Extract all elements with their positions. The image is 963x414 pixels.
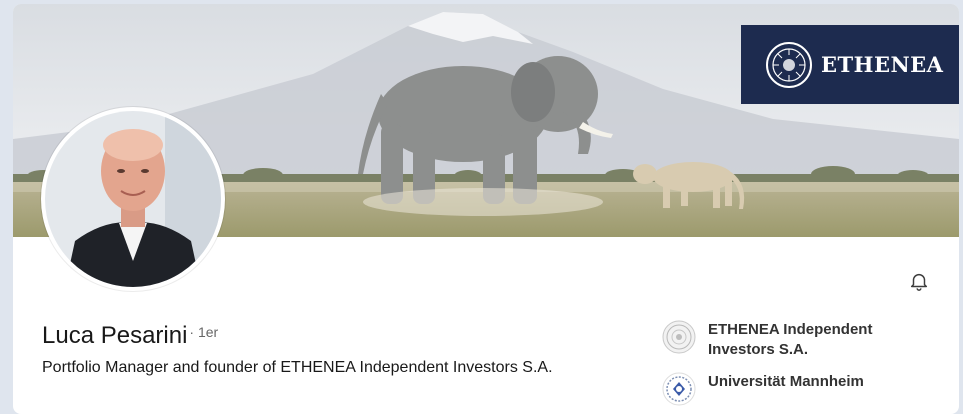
company-ethenea-label: ETHENEA Independent Investors S.A. — [708, 321, 873, 358]
school-mannheim-label: Universität Mannheim — [708, 373, 864, 390]
company-ethenea[interactable]: ETHENEA Independent Investors S.A. — [662, 320, 912, 360]
profile-headline: Portfolio Manager and founder of ETHENEA… — [42, 359, 553, 376]
avatar-image — [45, 111, 221, 287]
ethenea-seal-icon — [766, 41, 812, 88]
notify-bell-button[interactable] — [906, 268, 932, 294]
ethenea-logo-icon — [662, 320, 696, 354]
profile-photo[interactable] — [41, 107, 225, 291]
connection-degree: · 1er — [189, 324, 219, 340]
brand-name: ETHENEA — [821, 52, 944, 77]
school-mannheim[interactable]: Universität Mannheim — [662, 372, 912, 406]
university-seal-icon — [662, 372, 696, 406]
profile-name: Luca Pesarini — [42, 322, 188, 349]
profile-card: ETHENEA Luca Pesarini · 1er Portfolio Ma… — [13, 4, 959, 414]
bell-icon — [910, 273, 928, 291]
profile-name-line: Luca Pesarini · 1er — [42, 322, 218, 350]
brand-logo-box: ETHENEA — [741, 25, 959, 104]
